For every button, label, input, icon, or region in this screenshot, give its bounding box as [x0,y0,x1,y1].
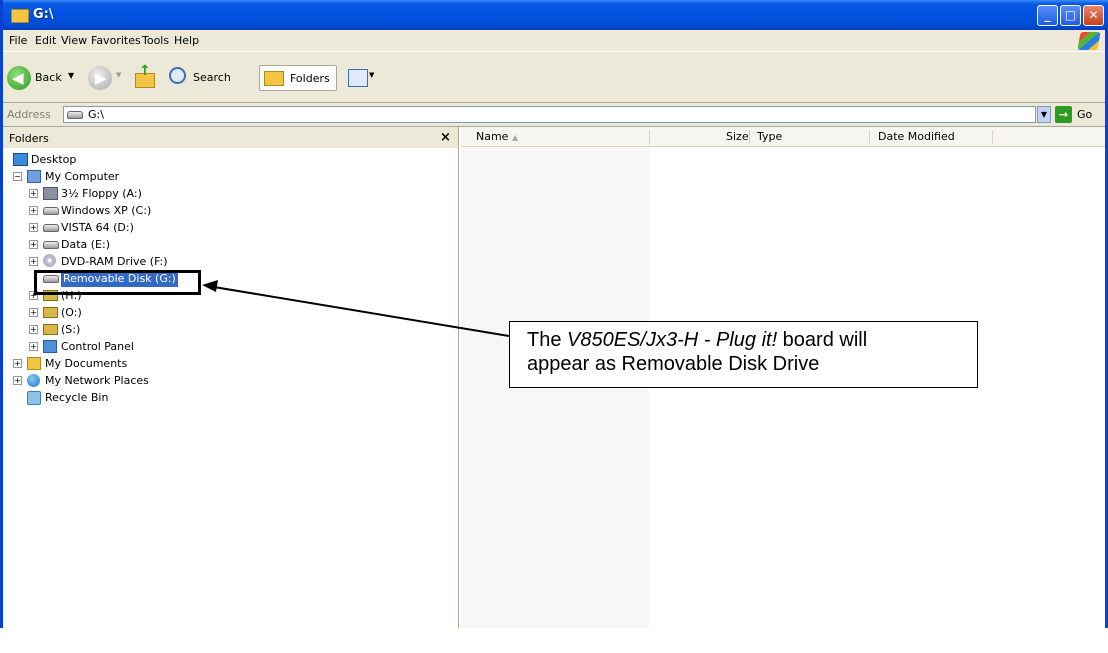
callout-line-2: appear as Removable Disk Drive [527,353,820,375]
callout-board-name: V850ES/Jx3-H - Plug it! [567,329,778,351]
callout-box: The V850ES/Jx3-H - Plug it! board will a… [509,321,978,388]
